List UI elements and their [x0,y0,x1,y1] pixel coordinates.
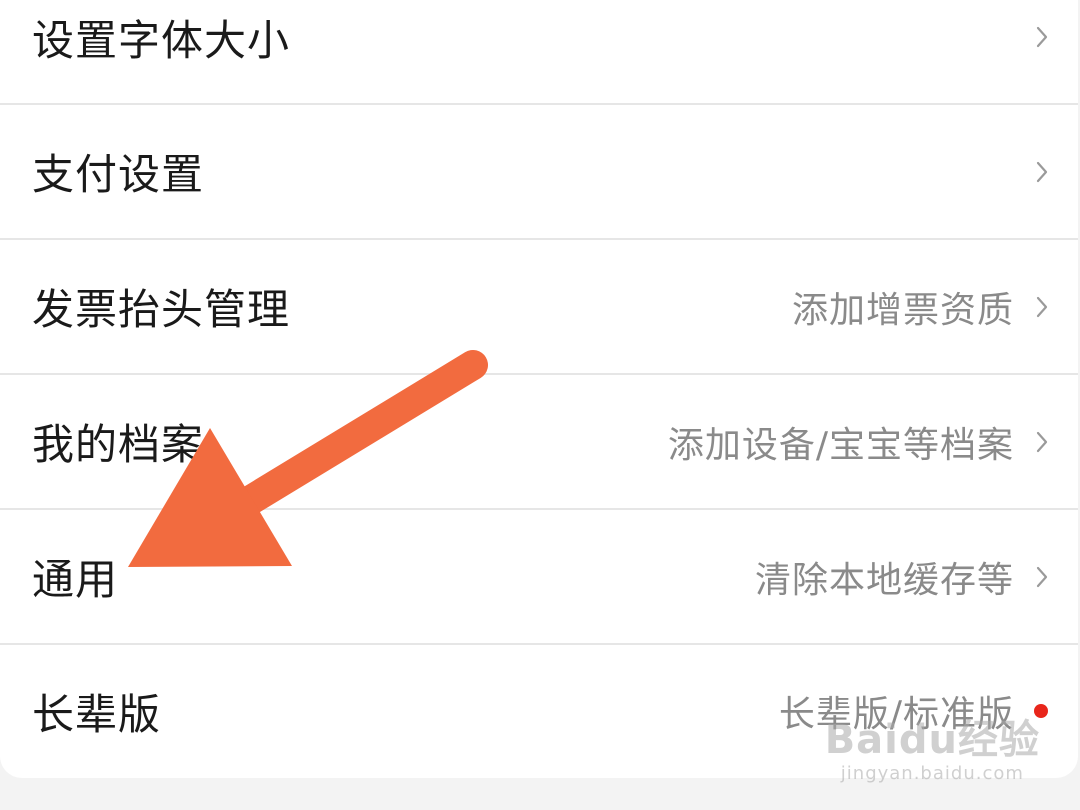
settings-item-label: 通用 [32,555,119,604]
settings-item-label: 支付设置 [32,150,205,199]
chevron-right-icon [1014,161,1048,183]
watermark-logo: Baidu经验 [824,717,1040,763]
settings-item-payment[interactable]: 支付设置 [0,104,1078,239]
settings-item-font-size[interactable]: 设置字体大小 [0,0,1078,104]
settings-item-value: 添加设备/宝宝等档案 [667,424,1014,466]
chevron-right-icon [1014,296,1048,318]
settings-item-label: 设置字体大小 [32,15,291,65]
settings-item-invoice[interactable]: 发票抬头管理 添加增票资质 [0,239,1078,374]
watermark: Baidu经验 jingyan.baidu.com [825,707,1040,784]
watermark-url: jingyan.baidu.com [840,763,1024,784]
settings-item-value: 添加增票资质 [791,289,1014,331]
settings-item-profile[interactable]: 我的档案 添加设备/宝宝等档案 [0,374,1078,509]
settings-item-general[interactable]: 通用 清除本地缓存等 [0,509,1078,644]
settings-item-value: 清除本地缓存等 [754,559,1014,601]
chevron-right-icon [1014,431,1048,453]
settings-item-label: 我的档案 [32,420,205,469]
settings-list: 设置字体大小 支付设置 发票抬头管理 添加增票资质 我的档案 添加设备/宝宝等档… [0,0,1078,778]
chevron-right-icon [1014,26,1048,48]
settings-item-label: 发票抬头管理 [32,285,291,334]
settings-item-label: 长辈版 [32,689,162,739]
chevron-right-icon [1014,566,1048,588]
